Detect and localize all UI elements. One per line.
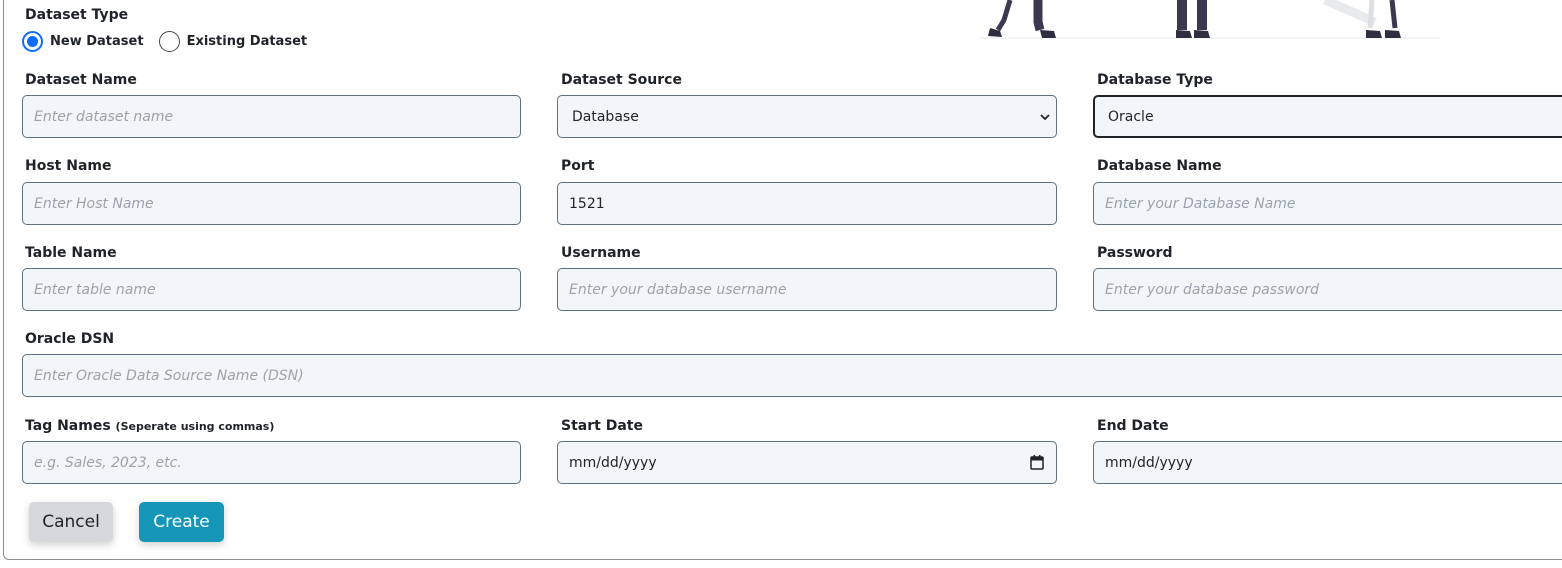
dataset-source-select[interactable]: Database [557, 95, 1057, 138]
password-label: Password [1097, 245, 1173, 261]
oracle-dsn-placeholder: Enter Oracle Data Source Name (DSN) [34, 367, 304, 384]
table-name-input[interactable]: Enter table name [22, 268, 521, 311]
existing-dataset-radio[interactable] [158, 30, 180, 52]
host-name-input[interactable]: Enter Host Name [22, 182, 521, 225]
database-type-select[interactable]: Oracle [1093, 95, 1562, 138]
oracle-dsn-label: Oracle DSN [25, 331, 115, 347]
database-type-value: Oracle [1108, 108, 1154, 125]
host-name-label: Host Name [25, 158, 112, 174]
dataset-source-label: Dataset Source [561, 72, 682, 88]
password-input[interactable]: Enter your database password [1093, 268, 1562, 311]
database-name-label: Database Name [1097, 158, 1222, 174]
dataset-source-value: Database [572, 108, 639, 125]
database-type-label: Database Type [1097, 72, 1213, 88]
start-date-input[interactable]: mm/dd/yyyy [557, 441, 1057, 484]
dataset-type-radio-group: New Dataset Existing Dataset [22, 30, 307, 52]
port-value: 1521 [569, 195, 605, 212]
tag-names-input[interactable]: e.g. Sales, 2023, etc. [22, 441, 521, 484]
port-label: Port [561, 158, 595, 174]
database-name-input[interactable]: Enter your Database Name [1093, 182, 1562, 225]
tag-names-placeholder: e.g. Sales, 2023, etc. [34, 454, 182, 471]
tag-names-label: Tag Names (Seperate using commas) [25, 418, 274, 434]
username-input[interactable]: Enter your database username [557, 268, 1057, 311]
create-dataset-page: Dataset Type New Dataset Existing Datase… [0, 0, 1562, 568]
create-button[interactable]: Create [139, 502, 224, 542]
table-name-label: Table Name [25, 245, 117, 261]
cancel-button[interactable]: Cancel [29, 502, 113, 542]
username-placeholder: Enter your database username [569, 281, 787, 298]
tag-names-label-text: Tag Names [25, 418, 111, 434]
calendar-icon[interactable] [1030, 455, 1044, 470]
people-illustration [980, 0, 1440, 39]
oracle-dsn-input[interactable]: Enter Oracle Data Source Name (DSN) [22, 354, 1562, 397]
password-placeholder: Enter your database password [1105, 281, 1320, 298]
dataset-name-placeholder: Enter dataset name [34, 108, 174, 125]
tag-names-hint: (Seperate using commas) [115, 420, 275, 433]
dataset-name-input[interactable]: Enter dataset name [22, 95, 521, 138]
new-dataset-radio-label[interactable]: New Dataset [50, 34, 144, 49]
end-date-label: End Date [1097, 418, 1169, 434]
start-date-value: mm/dd/yyyy [569, 454, 657, 471]
username-label: Username [561, 245, 641, 261]
new-dataset-radio[interactable] [22, 30, 43, 52]
end-date-input[interactable]: mm/dd/yyyy [1093, 441, 1562, 484]
host-name-placeholder: Enter Host Name [34, 195, 154, 212]
table-name-placeholder: Enter table name [34, 281, 156, 298]
database-name-placeholder: Enter your Database Name [1105, 195, 1296, 212]
port-input[interactable]: 1521 [557, 182, 1057, 225]
end-date-value: mm/dd/yyyy [1105, 454, 1193, 471]
chevron-down-icon [1040, 113, 1050, 120]
dataset-name-label: Dataset Name [25, 72, 137, 88]
start-date-label: Start Date [561, 418, 643, 434]
existing-dataset-radio-label[interactable]: Existing Dataset [187, 34, 308, 49]
dataset-type-label: Dataset Type [25, 7, 129, 23]
